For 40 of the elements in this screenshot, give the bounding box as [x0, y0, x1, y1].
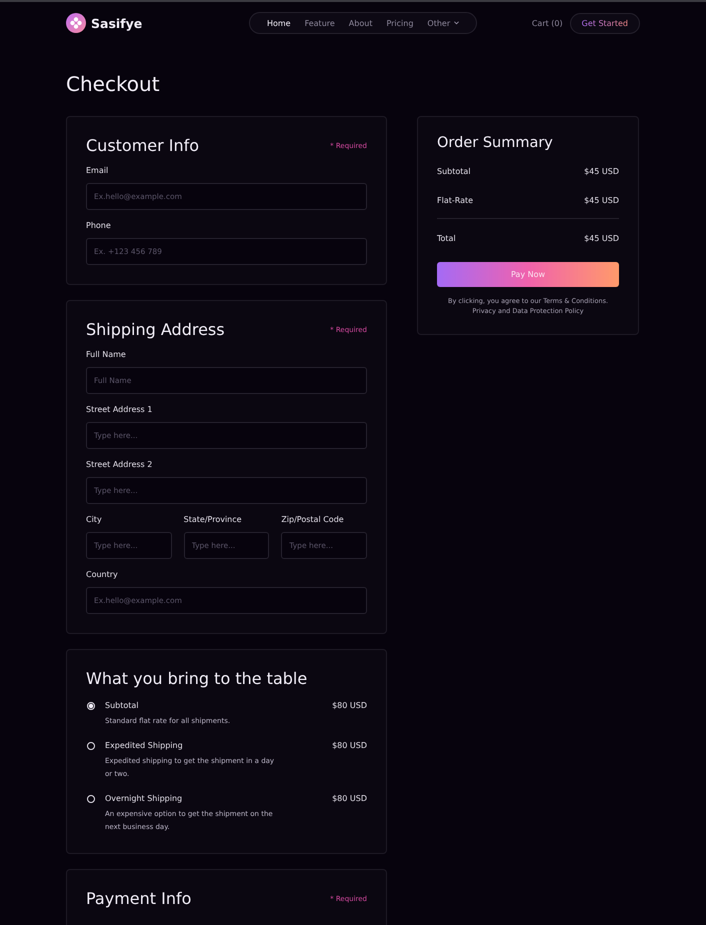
radio-button[interactable]	[87, 795, 95, 803]
option-title: Expedited Shipping	[105, 741, 184, 750]
field-label: Zip/Postal Code	[281, 515, 345, 524]
nav-link[interactable]: Other	[420, 18, 466, 28]
radio-button[interactable]	[87, 702, 95, 710]
summary-value: $45 USD	[584, 234, 619, 243]
nav-link[interactable]: About	[342, 18, 380, 28]
section-title: Payment Info	[86, 889, 192, 908]
field-label: Street Address 2	[86, 460, 154, 469]
cart-link[interactable]: Cart (0)	[532, 18, 563, 28]
field-label: Street Address 1	[86, 405, 154, 414]
summary-value: $45 USD	[584, 196, 619, 205]
field-label: City	[86, 515, 103, 524]
field-label: State/Province	[184, 515, 243, 524]
section-title: Order Summary	[437, 135, 554, 151]
nav-link[interactable]: Pricing	[379, 18, 420, 28]
summary-label: Subtotal	[437, 167, 471, 176]
section-title: Shipping Address	[86, 320, 225, 339]
summary-value: $45 USD	[584, 167, 619, 176]
summary-label: Flat-Rate	[437, 196, 474, 205]
summary-label: Total	[437, 234, 456, 243]
get-started-button[interactable]: Get Started	[570, 12, 640, 34]
option-price: $80 USD	[332, 741, 367, 750]
field-label: Country	[86, 570, 119, 579]
nav-link[interactable]: Home	[260, 18, 298, 28]
brand-name[interactable]: Sasifye	[91, 16, 142, 30]
nav-link[interactable]: Feature	[298, 18, 342, 28]
option-title: Overnight Shipping	[105, 794, 184, 803]
option-price: $80 USD	[332, 701, 367, 710]
option-price: $80 USD	[332, 794, 367, 803]
caret-icon	[454, 21, 460, 25]
field-label: Phone	[86, 221, 112, 230]
section-title: Customer Info	[86, 136, 200, 155]
page-title: Checkout	[66, 72, 161, 96]
field-label: Email	[86, 166, 110, 175]
logo-icon[interactable]	[66, 13, 86, 33]
radio-button[interactable]	[87, 742, 95, 750]
section-title: What you bring to the table	[86, 669, 308, 688]
field-label: Full Name	[86, 350, 127, 359]
option-title: Subtotal	[105, 701, 140, 710]
